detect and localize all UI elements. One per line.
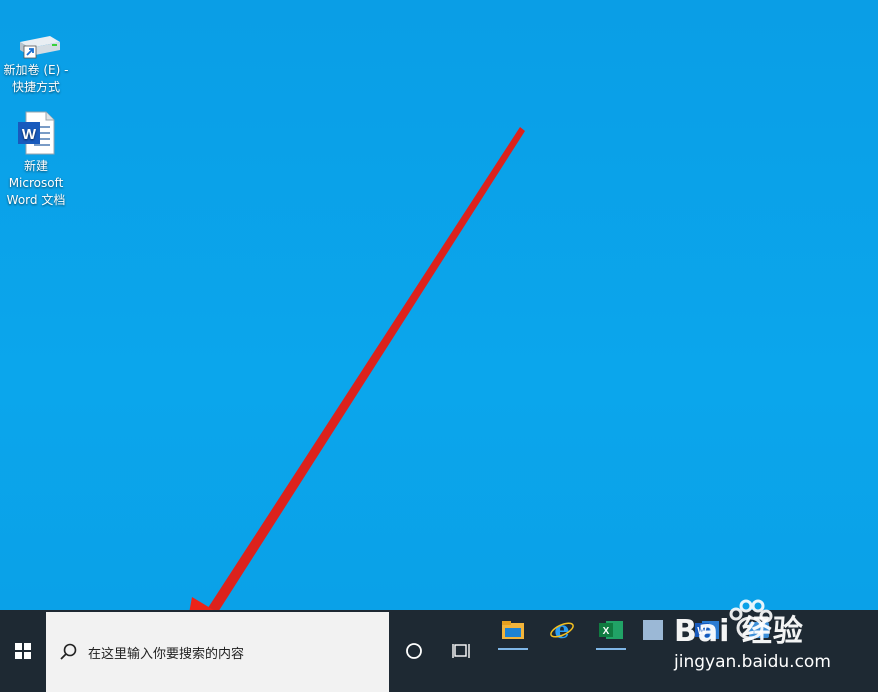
cortana-circle-icon	[406, 643, 422, 659]
desktop-icon-label: 新加卷 (E) - 快捷方式	[3, 63, 69, 94]
taskbar-excel[interactable]: X	[590, 610, 632, 650]
taskbar-internet-explorer[interactable]: e	[541, 610, 583, 650]
taskbar-app-generic[interactable]	[632, 610, 674, 650]
svg-text:X: X	[603, 626, 610, 637]
taskbar-word[interactable]: W	[686, 610, 728, 650]
svg-text:e: e	[554, 618, 569, 642]
search-placeholder: 在这里输入你要搜索的内容	[88, 646, 245, 662]
taskbar: 在这里输入你要搜索的内容 e X W	[0, 610, 878, 692]
active-indicator	[498, 648, 528, 650]
cortana-button[interactable]	[392, 610, 436, 692]
desktop: 新加卷 (E) - 快捷方式 W 新建 Microsoft Word 文档	[0, 0, 878, 610]
drive-icon	[14, 32, 60, 60]
svg-text:W: W	[22, 126, 37, 143]
internet-explorer-icon: e	[550, 618, 574, 642]
start-button[interactable]	[0, 610, 46, 692]
desktop-icon-label: 新建 Microsoft Word 文档	[6, 159, 66, 207]
desktop-icon-drive-shortcut[interactable]: 新加卷 (E) - 快捷方式	[0, 32, 72, 96]
task-view-icon	[452, 644, 470, 658]
desktop-icon-word-document[interactable]: W 新建 Microsoft Word 文档	[0, 110, 72, 209]
windows-logo-icon	[15, 643, 31, 659]
word-icon: W	[695, 621, 719, 639]
taskbar-app-blue[interactable]	[738, 610, 780, 650]
excel-icon: X	[599, 621, 623, 639]
taskbar-file-explorer[interactable]	[492, 610, 534, 650]
app-blue-icon	[749, 622, 769, 638]
active-indicator	[596, 648, 626, 650]
word-document-icon: W	[14, 110, 58, 156]
task-view-button[interactable]	[440, 610, 484, 692]
file-explorer-icon	[502, 621, 524, 639]
search-icon	[60, 643, 77, 660]
svg-text:W: W	[697, 626, 707, 637]
taskbar-search-box[interactable]: 在这里输入你要搜索的内容	[46, 612, 389, 692]
app-window-icon	[643, 620, 663, 640]
